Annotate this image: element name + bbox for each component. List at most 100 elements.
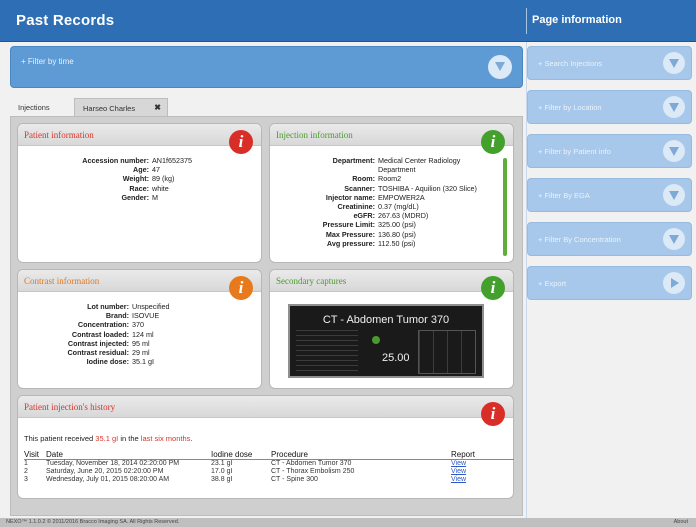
info-row: Max Pressure: 136.80 (psi) xyxy=(274,230,500,239)
report-cell: View xyxy=(451,468,514,476)
filter-by-location[interactable]: Filter by Location xyxy=(527,90,692,124)
info-row: Creatinine: 0.37 (mg/dL) xyxy=(274,202,500,211)
secondary-captures-panel: Secondary captures i CT - Abdomen Tumor … xyxy=(269,269,514,389)
field-value: M xyxy=(152,192,158,202)
info-row: Gender: M xyxy=(24,193,254,202)
page-title: Past Records xyxy=(16,12,115,29)
tab-injections[interactable]: Injections xyxy=(10,98,70,116)
about-link[interactable]: About xyxy=(674,519,688,525)
play-icon[interactable] xyxy=(663,272,685,294)
field-label: Race: xyxy=(129,183,149,193)
filter-label: Search Injections xyxy=(538,59,602,68)
injection-information-panel: Injection information i Department: Medic… xyxy=(269,123,514,263)
funnel-icon[interactable] xyxy=(663,184,685,206)
filter-by-time-bar[interactable]: Filter by time xyxy=(10,46,523,88)
contrast-info-list: Lot number: Unspecified Brand: ISOVUE Conc… xyxy=(24,302,254,366)
filter-label: Filter by Patient info xyxy=(538,147,610,156)
field-value: 29 ml xyxy=(132,348,150,358)
table-row: 3 Wednesday, July 01, 2015 08:20:00 AM 3… xyxy=(24,476,514,484)
view-report-link[interactable]: View xyxy=(451,468,466,475)
app-header: Past Records Page information xyxy=(0,0,696,42)
table-row: 1 Tuesday, November 18, 2014 02:20:00 PM… xyxy=(24,460,514,469)
funnel-icon[interactable] xyxy=(663,228,685,250)
field-label: Creatinine: xyxy=(337,202,375,212)
field-label: Weight: xyxy=(122,174,149,184)
field-label: Gender: xyxy=(121,192,149,202)
field-label: Lot number: xyxy=(87,302,129,311)
field-label: Pressure Limit: xyxy=(322,220,375,230)
info-row: Contrast loaded: 124 ml xyxy=(24,330,254,339)
close-icon[interactable]: ✖ xyxy=(154,103,161,112)
field-value: ISOVUE xyxy=(132,311,160,321)
tab-patient[interactable]: Harseo Charles ✖ xyxy=(74,98,168,116)
field-label: Max Pressure: xyxy=(325,229,375,239)
visit-cell: 3 xyxy=(24,476,28,483)
column-header: Report xyxy=(451,450,514,460)
summary-amount: 35.1 gI xyxy=(95,434,119,443)
info-row: Avg pressure: 112.50 (psi) xyxy=(274,239,500,248)
info-icon[interactable]: i xyxy=(481,276,505,300)
filter-by-ega[interactable]: Filter By EGA xyxy=(527,178,692,212)
tab-label: Injections xyxy=(18,103,50,112)
injection-info-list: Department: Medical Center Radiology Depa… xyxy=(274,156,500,248)
filter-label: Filter by Location xyxy=(538,103,601,112)
panel-title: Contrast information xyxy=(24,276,100,286)
search-injections-filter[interactable]: Search Injections xyxy=(527,46,692,80)
secondary-capture-thumbnail[interactable]: CT - Abdomen Tumor 370 25.00 xyxy=(288,304,484,378)
visit-cell: 2 xyxy=(24,468,28,475)
table-row: 2 Saturday, June 20, 2015 02:20:00 PM 17… xyxy=(24,468,514,476)
copyright-text: NEXO™ 1.1.0.2 © 2011/2016 Bracco Imaging… xyxy=(6,519,180,525)
procedure-cell: CT - Abdomen Tumor 370 xyxy=(271,460,352,467)
field-label: Iodine dose: xyxy=(86,357,129,367)
capture-mini-icon xyxy=(372,336,380,344)
field-value: 35.1 gI xyxy=(132,357,154,367)
visit-cell: 1 xyxy=(24,460,28,467)
history-summary: This patient received 35.1 gI in the las… xyxy=(24,434,192,443)
date-cell: Wednesday, July 01, 2015 08:20:00 AM xyxy=(46,476,170,483)
view-report-link[interactable]: View xyxy=(451,460,466,467)
table-header-row: Visit Date Iodine dose Procedure Report xyxy=(24,450,514,460)
info-icon[interactable]: i xyxy=(481,402,505,426)
filter-label: Filter By Concentration xyxy=(538,235,620,244)
info-icon[interactable]: i xyxy=(481,130,505,154)
info-row: Lot number: Unspecified xyxy=(24,302,254,311)
panel-title: Patient information xyxy=(24,130,94,140)
injection-history-panel: Patient injection's history i This patie… xyxy=(17,395,514,499)
field-label: Brand: xyxy=(105,311,129,321)
field-value: Unspecified xyxy=(132,302,170,311)
filter-by-patient-info[interactable]: Filter by Patient info xyxy=(527,134,692,168)
info-row: Pressure Limit: 325.00 (psi) xyxy=(274,220,500,229)
contrast-information-panel: Contrast information i Lot number: Unspec… xyxy=(17,269,262,389)
info-row: Accession number: AN1f652375 xyxy=(24,156,254,165)
field-value: 95 ml xyxy=(132,338,150,348)
field-value: white xyxy=(152,183,169,193)
field-value: TOSHIBA - Aquilion (320 Slice) xyxy=(378,183,477,193)
field-label: Contrast residual: xyxy=(67,348,129,358)
filter-by-concentration[interactable]: Filter By Concentration xyxy=(527,222,692,256)
column-header: Procedure xyxy=(271,450,451,460)
page-information-title: Page information xyxy=(532,14,622,26)
info-icon[interactable]: i xyxy=(229,130,253,154)
summary-text: in the xyxy=(120,434,139,443)
info-row: Age: 47 xyxy=(24,165,254,174)
procedure-cell: CT - Spine 300 xyxy=(271,476,318,483)
funnel-icon[interactable] xyxy=(663,52,685,74)
panel-header: Injection information xyxy=(270,124,513,146)
field-label: eGFR: xyxy=(353,211,375,221)
info-row: eGFR: 267.63 (MDRD) xyxy=(274,211,500,220)
panel-header: Contrast information xyxy=(18,270,261,292)
view-report-link[interactable]: View xyxy=(451,476,466,483)
column-header: Visit xyxy=(24,450,46,460)
info-icon[interactable]: i xyxy=(229,276,253,300)
panel-header: Patient injection's history xyxy=(18,396,513,418)
funnel-icon[interactable] xyxy=(663,96,685,118)
funnel-icon[interactable] xyxy=(663,140,685,162)
field-value: Room2 xyxy=(378,174,402,184)
field-label: Concentration: xyxy=(77,320,129,330)
funnel-icon[interactable] xyxy=(488,55,512,79)
export-button[interactable]: Export xyxy=(527,266,692,300)
scrollbar[interactable] xyxy=(503,158,507,256)
info-row: Brand: ISOVUE xyxy=(24,311,254,320)
field-value: 267.63 (MDRD) xyxy=(378,211,429,221)
info-row: Concentration: 370 xyxy=(24,320,254,329)
